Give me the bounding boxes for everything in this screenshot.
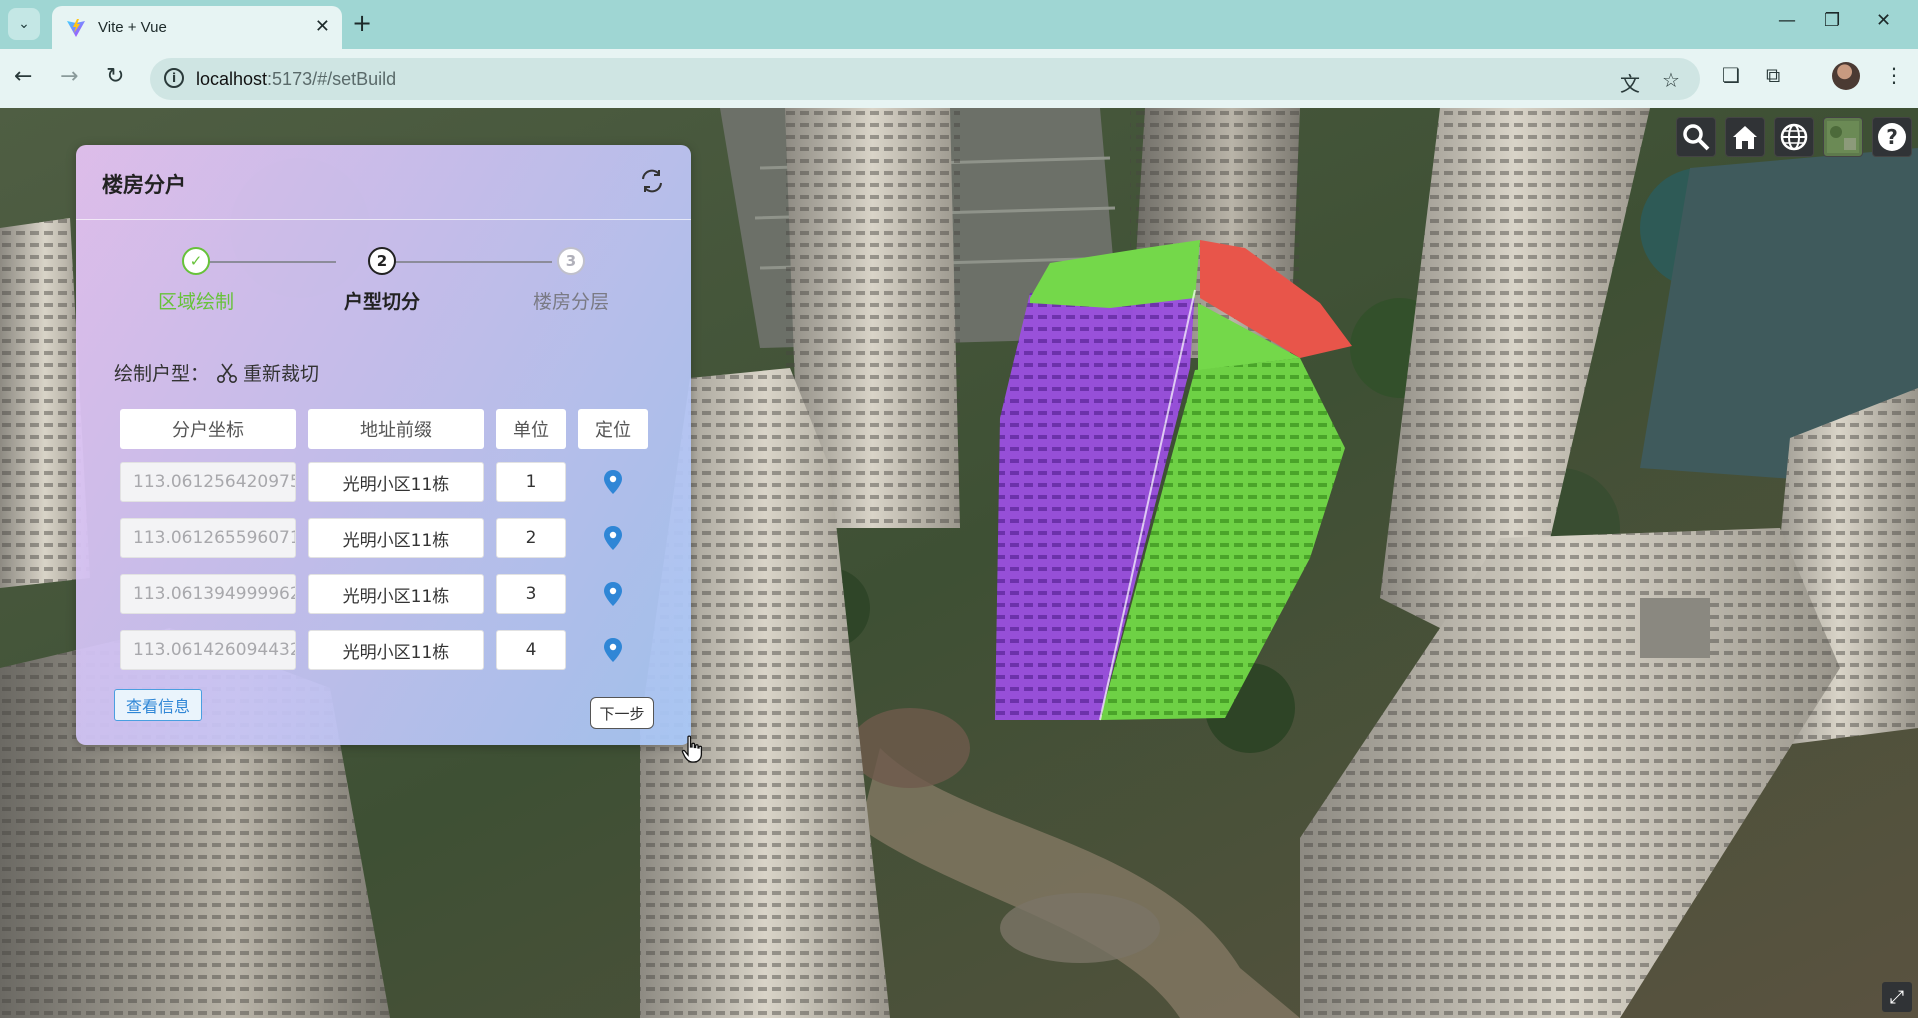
home-icon[interactable] — [1725, 117, 1765, 157]
header-unit: 单位 — [496, 409, 566, 449]
unit-input[interactable]: 3 — [496, 574, 566, 614]
step-3-circle: 3 — [557, 247, 585, 275]
location-pin-icon[interactable] — [603, 637, 623, 663]
address-input[interactable]: 光明小区11栋 — [308, 630, 484, 670]
recut-button[interactable]: 重新裁切 — [243, 359, 319, 386]
layers-icon[interactable] — [1823, 117, 1863, 157]
draw-unit-row: 绘制户型： 重新裁切 — [114, 359, 319, 386]
panel-divider — [76, 219, 691, 220]
site-info-icon[interactable]: i — [164, 68, 184, 88]
unit-input[interactable]: 1 — [496, 462, 566, 502]
forward-icon[interactable]: → — [60, 64, 78, 89]
address-input[interactable]: 光明小区11栋 — [308, 518, 484, 558]
address-bar[interactable]: i localhost:5173/#/setBuild 文 ☆ — [150, 58, 1700, 100]
globe-icon[interactable] — [1774, 117, 1814, 157]
svg-text:?: ? — [1886, 125, 1898, 149]
location-pin-icon[interactable] — [603, 469, 623, 495]
reload-icon[interactable]: ↻ — [106, 64, 124, 89]
profile-avatar[interactable] — [1832, 62, 1860, 90]
browser-tab-bar: ⌄ Vite + Vue ✕ + — ❐ ✕ — [0, 0, 1918, 49]
unit-input[interactable]: 2 — [496, 518, 566, 558]
translate-icon[interactable]: 文 — [1620, 68, 1640, 97]
bookmark-star-icon[interactable]: ☆ — [1662, 68, 1680, 92]
window-close-icon[interactable]: ✕ — [1876, 10, 1891, 31]
url-text: localhost:5173/#/setBuild — [196, 69, 397, 89]
restore-icon[interactable]: ❐ — [1824, 10, 1840, 31]
tab-close-icon[interactable]: ✕ — [315, 16, 330, 37]
tab-search-menu-icon[interactable]: ⌄ — [8, 8, 40, 40]
step-2-circle: 2 — [368, 247, 396, 275]
header-locate: 定位 — [578, 409, 648, 449]
hand-cursor-icon — [681, 735, 703, 763]
step-3-label: 楼房分层 — [532, 291, 609, 313]
coord-input[interactable]: 113.061256420975 — [120, 462, 296, 502]
extensions-icon[interactable]: ⧉ — [1766, 63, 1780, 87]
location-pin-icon[interactable] — [603, 525, 623, 551]
coord-input[interactable]: 113.061426094432 — [120, 630, 296, 670]
building-split-panel: 楼房分户 ✓ 2 3 区域绘制 户型切分 楼房分层 绘制户型： 重新裁切 分户坐… — [76, 145, 703, 763]
step-2-label: 户型切分 — [343, 291, 420, 313]
unit-input[interactable]: 4 — [496, 630, 566, 670]
panel-title: 楼房分户 — [102, 173, 186, 197]
vite-logo-icon — [67, 19, 85, 37]
refresh-icon[interactable] — [638, 167, 666, 195]
address-input[interactable]: 光明小区11栋 — [308, 462, 484, 502]
tab-groups-icon[interactable]: ❏ — [1722, 63, 1740, 87]
browser-tab[interactable]: Vite + Vue ✕ — [52, 6, 342, 49]
header-address: 地址前缀 — [308, 409, 484, 449]
browser-toolbar: ← → ↻ i localhost:5173/#/setBuild 文 ☆ ❏ … — [0, 49, 1918, 108]
coord-input[interactable]: 113.061394999962 — [120, 574, 296, 614]
location-pin-icon[interactable] — [603, 581, 623, 607]
view-info-button[interactable]: 查看信息 — [114, 689, 202, 721]
draw-unit-label: 绘制户型： — [114, 363, 210, 385]
address-input[interactable]: 光明小区11栋 — [308, 574, 484, 614]
scissors-icon[interactable] — [215, 361, 239, 385]
step-connector — [386, 261, 552, 263]
back-icon[interactable]: ← — [14, 64, 32, 89]
minimize-icon[interactable]: — — [1778, 10, 1796, 31]
fullscreen-icon[interactable]: ⤢ — [1882, 982, 1912, 1012]
step-1-label: 区域绘制 — [157, 291, 234, 313]
step-1-check-icon: ✓ — [182, 247, 210, 275]
tab-title: Vite + Vue — [98, 19, 167, 36]
new-tab-icon[interactable]: + — [352, 9, 372, 37]
header-coord: 分户坐标 — [120, 409, 296, 449]
browser-menu-icon[interactable]: ⋮ — [1884, 63, 1904, 87]
coord-input[interactable]: 113.061265596071 — [120, 518, 296, 558]
help-icon[interactable]: ? — [1872, 117, 1912, 157]
search-icon[interactable] — [1676, 117, 1716, 157]
next-step-button[interactable]: 下一步 — [590, 697, 654, 729]
